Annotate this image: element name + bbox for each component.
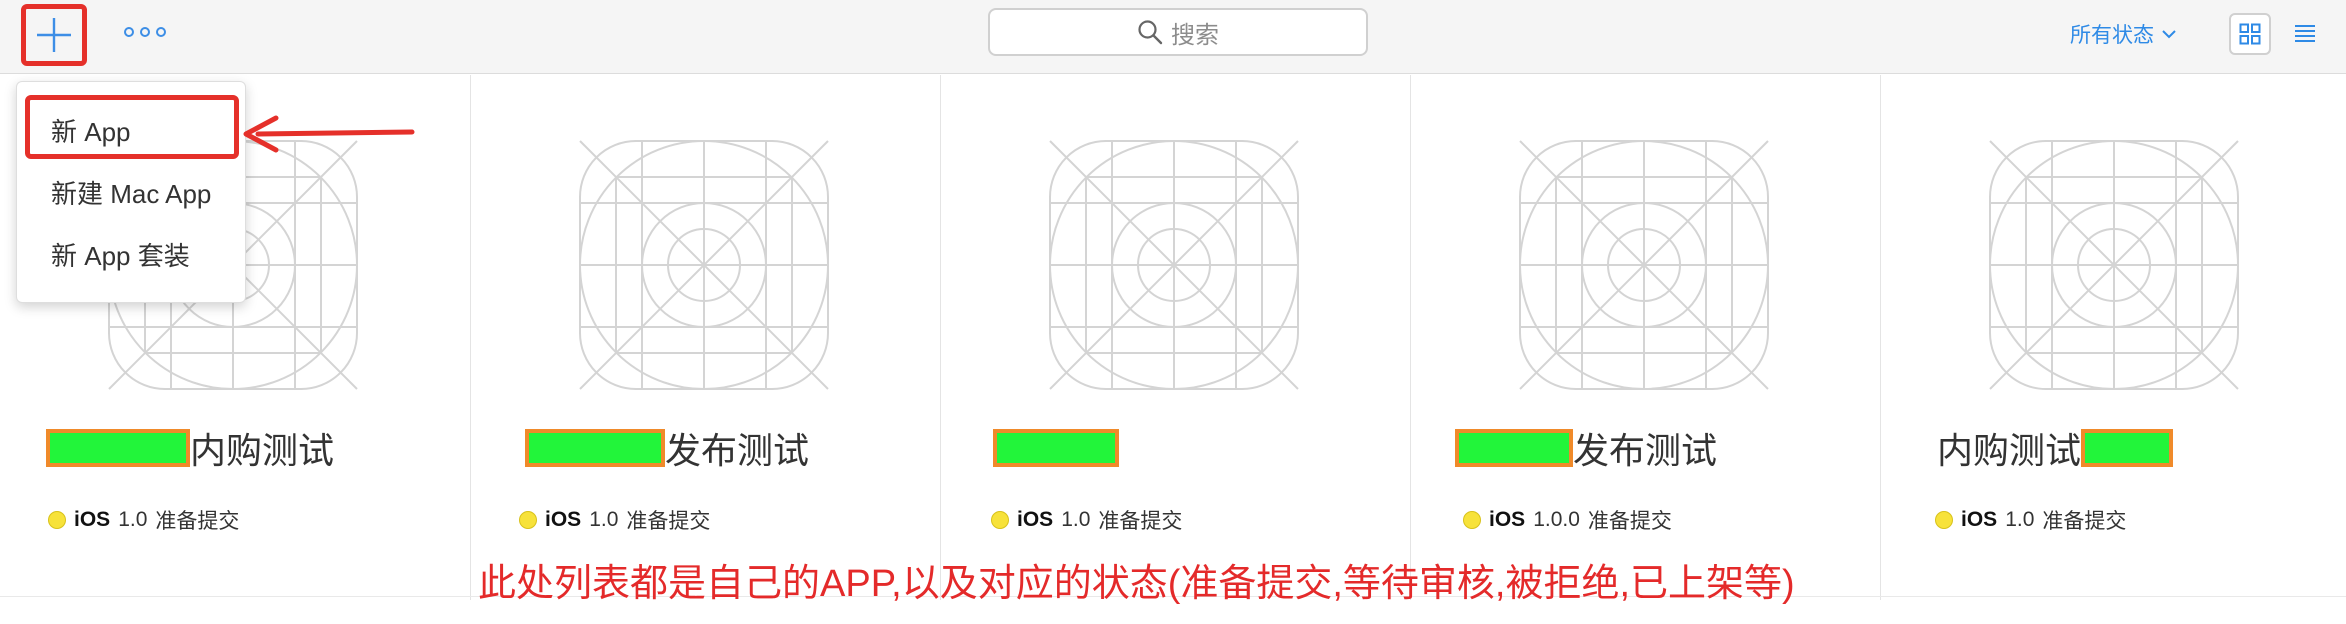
version-label: 1.0 <box>2005 508 2035 531</box>
status-dot-icon <box>991 511 1009 529</box>
app-title-suffix: 发布测试 <box>665 430 810 471</box>
app-title-prefix: 内购测试 <box>1937 430 2082 471</box>
status-dot-icon <box>1935 511 1953 529</box>
app-title-suffix: 内购测试 <box>190 430 335 471</box>
app-title: 内购测试 <box>1937 422 2174 474</box>
status-filter-label: 所有状态 <box>2070 24 2154 47</box>
status-dot-icon <box>1463 511 1481 529</box>
status-dot-icon <box>519 511 537 529</box>
status-label: 准备提交 <box>1587 510 1672 533</box>
redacted-app-name <box>2081 429 2174 467</box>
app-title: 发布测试 <box>525 422 809 474</box>
app-card[interactable]: 内购测试 iOS 1.0 准备提交 <box>1880 75 2346 600</box>
status-label: 准备提交 <box>2042 510 2127 533</box>
annotation-arrow-icon <box>243 115 415 153</box>
plus-icon <box>37 18 71 52</box>
new-app-menu: 新 App 新建 Mac App 新 App 套装 <box>16 81 246 303</box>
app-status: iOS 1.0.0 准备提交 <box>1463 505 1672 535</box>
platform-label: iOS <box>1017 508 1054 531</box>
app-title: 内购测试 <box>46 422 334 474</box>
app-icon-placeholder <box>579 140 829 390</box>
app-icon-placeholder <box>1989 140 2239 390</box>
status-dot-icon <box>48 511 66 529</box>
app-status: iOS 1.0 准备提交 <box>1935 505 2126 535</box>
version-label: 1.0.0 <box>1533 508 1580 531</box>
list-view-toggle[interactable] <box>2284 13 2326 55</box>
app-status: iOS 1.0 准备提交 <box>991 505 1182 535</box>
more-dot-icon <box>124 27 134 37</box>
status-label: 准备提交 <box>1098 510 1183 533</box>
platform-label: iOS <box>1961 508 1998 531</box>
app-title: 发布测试 <box>1455 422 1717 474</box>
search-icon <box>1138 20 1163 45</box>
app-status: iOS 1.0 准备提交 <box>48 505 239 535</box>
app-title-suffix: 发布测试 <box>1573 430 1718 471</box>
platform-label: iOS <box>1489 508 1526 531</box>
status-filter-dropdown[interactable]: 所有状态 <box>2070 18 2176 50</box>
app-card[interactable]: 发布测试 iOS 1.0.0 准备提交 <box>1410 75 1880 600</box>
redacted-app-name <box>1455 429 1573 467</box>
grid-icon <box>2239 23 2261 45</box>
more-options-button[interactable] <box>124 22 166 42</box>
search-input[interactable]: 搜索 <box>988 8 1368 56</box>
app-status: iOS 1.0 准备提交 <box>519 505 710 535</box>
chevron-down-icon <box>2162 30 2176 39</box>
status-label: 准备提交 <box>626 510 711 533</box>
redacted-app-name <box>993 429 1119 467</box>
annotation-caption: 此处列表都是自己的APP,以及对应的状态(准备提交,等待审核,被拒绝,已上架等) <box>478 563 1795 605</box>
app-title <box>993 422 1119 474</box>
version-label: 1.0 <box>1061 508 1091 531</box>
status-label: 准备提交 <box>155 510 240 533</box>
redacted-app-name <box>525 429 665 467</box>
more-dot-icon <box>156 27 166 37</box>
search-placeholder: 搜索 <box>1171 21 1219 49</box>
app-icon-placeholder <box>1049 140 1299 390</box>
app-card[interactable]: 发布测试 iOS 1.0 准备提交 <box>470 75 940 600</box>
grid-view-toggle[interactable] <box>2229 13 2271 55</box>
version-label: 1.0 <box>589 508 619 531</box>
more-dot-icon <box>140 27 150 37</box>
app-card[interactable]: iOS 1.0 准备提交 <box>940 75 1410 600</box>
platform-label: iOS <box>74 508 111 531</box>
version-label: 1.0 <box>118 508 148 531</box>
list-icon <box>2295 25 2315 42</box>
menu-item-new-app-bundle[interactable]: 新 App 套装 <box>51 236 190 273</box>
redacted-app-name <box>46 429 190 467</box>
platform-label: iOS <box>545 508 582 531</box>
top-toolbar: 搜索 所有状态 <box>0 0 2346 74</box>
app-icon-placeholder <box>1519 140 1769 390</box>
annotation-highlight-box <box>25 95 239 159</box>
add-app-button[interactable] <box>21 4 87 66</box>
menu-item-new-mac-app[interactable]: 新建 Mac App <box>51 174 211 211</box>
